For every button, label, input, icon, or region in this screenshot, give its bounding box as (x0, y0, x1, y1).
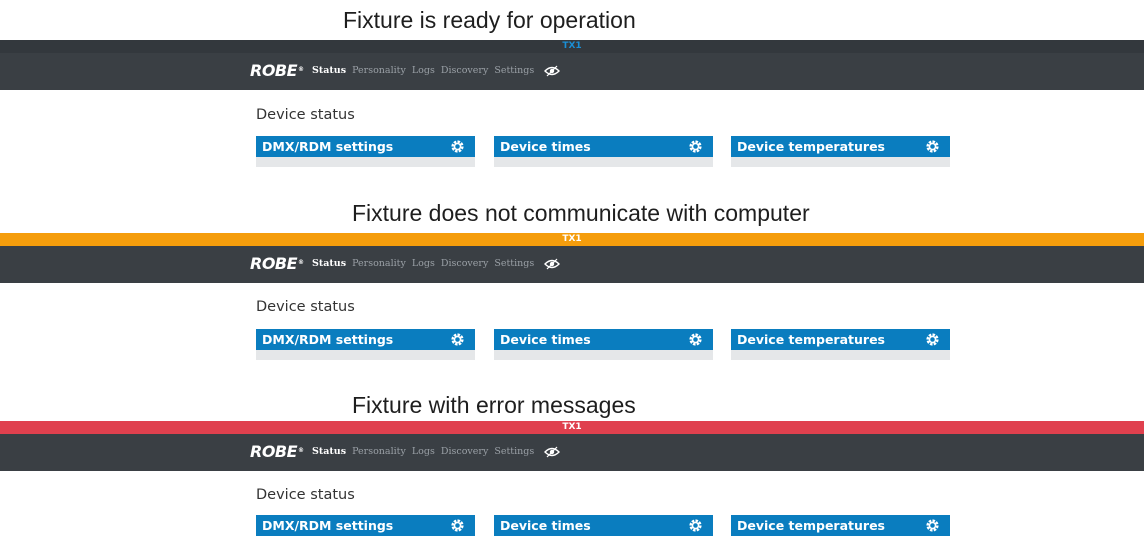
eye-icon[interactable] (544, 258, 561, 270)
panel-device-temperatures: Device temperatures (731, 329, 950, 360)
eye-icon[interactable] (544, 446, 561, 458)
state-caption: Fixture is ready for operation (343, 7, 636, 33)
panel-body (731, 350, 950, 360)
robe-logo[interactable]: ROBE® (250, 443, 304, 461)
section-title: Device status (256, 487, 355, 503)
panel-body (256, 157, 475, 167)
gear-icon[interactable] (925, 139, 940, 154)
nav-item-discovery[interactable]: Discovery (441, 258, 488, 270)
panel-dmx-rdm: DMX/RDM settings (256, 515, 475, 539)
section-title: Device status (256, 299, 355, 315)
panel-body (731, 157, 950, 167)
panel-device-times: Device times (494, 329, 713, 360)
nav-item-personality[interactable]: Personality (352, 65, 406, 77)
panel-title: DMX/RDM settings (262, 332, 394, 347)
nav-item-status[interactable]: Status (312, 446, 346, 458)
panel-title: Device temperatures (737, 518, 885, 533)
state-caption: Fixture with error messages (352, 392, 636, 418)
robe-logo[interactable]: ROBE® (250, 255, 304, 273)
status-strip: TX1 (0, 421, 1144, 434)
nav-item-personality[interactable]: Personality (352, 258, 406, 270)
panel-device-temperatures: Device temperatures (731, 515, 950, 539)
nav-item-logs[interactable]: Logs (412, 258, 435, 270)
gear-icon[interactable] (450, 518, 465, 533)
nav-item-status[interactable]: Status (312, 65, 346, 77)
nav-menu: Status Personality Logs Discovery Settin… (312, 65, 561, 77)
nav-item-logs[interactable]: Logs (412, 65, 435, 77)
gear-icon[interactable] (688, 518, 703, 533)
nav-item-personality[interactable]: Personality (352, 446, 406, 458)
gear-icon[interactable] (925, 518, 940, 533)
panel-title: Device times (500, 332, 591, 347)
nav-item-settings[interactable]: Settings (494, 258, 534, 270)
panel-dmx-rdm: DMX/RDM settings (256, 329, 475, 360)
gear-icon[interactable] (450, 139, 465, 154)
panel-device-times: Device times (494, 136, 713, 167)
navbar: ROBE® Status Personality Logs Discovery … (0, 434, 1144, 471)
gear-icon[interactable] (925, 332, 940, 347)
nav-menu: Status Personality Logs Discovery Settin… (312, 446, 561, 458)
panel-title: Device times (500, 139, 591, 154)
navbar: ROBE® Status Personality Logs Discovery … (0, 53, 1144, 90)
strip-label: TX1 (562, 422, 582, 432)
panel-title: DMX/RDM settings (262, 518, 394, 533)
gear-icon[interactable] (688, 139, 703, 154)
nav-item-logs[interactable]: Logs (412, 446, 435, 458)
panel-device-temperatures: Device temperatures (731, 136, 950, 167)
panel-title: Device times (500, 518, 591, 533)
status-strip: TX1 (0, 233, 1144, 246)
panel-title: DMX/RDM settings (262, 139, 394, 154)
panel-device-times: Device times (494, 515, 713, 539)
nav-item-settings[interactable]: Settings (494, 446, 534, 458)
panel-body (256, 350, 475, 360)
panel-dmx-rdm: DMX/RDM settings (256, 136, 475, 167)
status-strip: TX1 (0, 40, 1144, 53)
panel-body (494, 350, 713, 360)
gear-icon[interactable] (688, 332, 703, 347)
gear-icon[interactable] (450, 332, 465, 347)
panel-title: Device temperatures (737, 332, 885, 347)
state-caption: Fixture does not communicate with comput… (352, 200, 810, 226)
eye-icon[interactable] (544, 65, 561, 77)
nav-item-discovery[interactable]: Discovery (441, 65, 488, 77)
nav-item-status[interactable]: Status (312, 258, 346, 270)
strip-label: TX1 (562, 41, 582, 51)
nav-item-discovery[interactable]: Discovery (441, 446, 488, 458)
robe-logo[interactable]: ROBE® (250, 62, 304, 80)
strip-label: TX1 (562, 234, 582, 244)
nav-item-settings[interactable]: Settings (494, 65, 534, 77)
panel-body (494, 157, 713, 167)
navbar: ROBE® Status Personality Logs Discovery … (0, 246, 1144, 283)
nav-menu: Status Personality Logs Discovery Settin… (312, 258, 561, 270)
panel-title: Device temperatures (737, 139, 885, 154)
section-title: Device status (256, 107, 355, 123)
